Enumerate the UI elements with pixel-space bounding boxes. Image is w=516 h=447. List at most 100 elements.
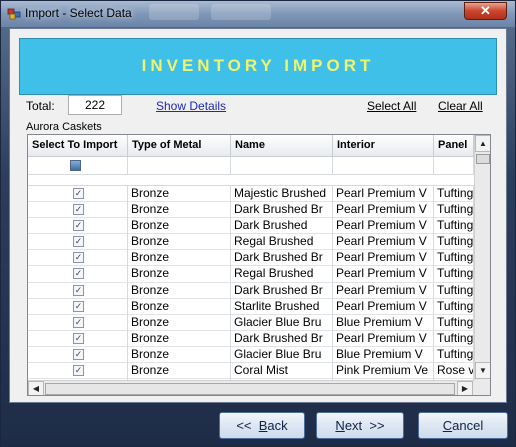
table-row[interactable]: ✓ Bronze Majestic Brushed Pearl Premium V Tu… <box>28 186 474 203</box>
cell-panel[interactable]: Tufting <box>434 346 474 363</box>
cell-metal[interactable]: Bronze <box>128 266 231 283</box>
cell-name[interactable]: Dark Brushed Br <box>231 250 333 267</box>
cell-panel[interactable]: Tufting <box>434 314 474 331</box>
cell-name[interactable]: Regal Brushed <box>231 266 333 283</box>
cell-select[interactable]: ✓ <box>28 218 128 235</box>
cell-name[interactable]: Coral Mist <box>231 363 333 380</box>
select-checkbox[interactable]: ✓ <box>73 316 84 328</box>
clear-all-link[interactable]: Clear All <box>438 99 483 113</box>
select-checkbox[interactable]: ✓ <box>73 220 84 232</box>
select-checkbox[interactable]: ✓ <box>73 252 84 264</box>
cell-metal[interactable]: Bronze <box>128 314 231 331</box>
cell-metal[interactable]: Bronze <box>128 250 231 267</box>
cell-metal[interactable]: Bronze <box>128 234 231 251</box>
cell-panel[interactable]: Tufting <box>434 266 474 283</box>
cell-select[interactable]: ✓ <box>28 266 128 283</box>
cell-interior[interactable]: Pearl Premium V <box>333 330 434 347</box>
cell-panel[interactable]: Rose v <box>434 363 474 380</box>
scroll-down-icon[interactable]: ▼ <box>475 362 490 379</box>
horizontal-scrollbar[interactable]: ◀ ▶ <box>28 380 474 395</box>
select-checkbox[interactable]: ✓ <box>73 188 84 199</box>
cell-metal[interactable]: Bronze <box>128 218 231 235</box>
cell-panel[interactable]: Tufting <box>434 330 474 347</box>
filter-cell-interior[interactable] <box>333 157 434 174</box>
cell-panel[interactable]: Tufting <box>434 250 474 267</box>
select-checkbox[interactable]: ✓ <box>73 204 84 216</box>
cell-select[interactable]: ✓ <box>28 282 128 299</box>
cell-select[interactable]: ✓ <box>28 346 128 363</box>
next-button[interactable]: Next >> <box>316 412 404 439</box>
cell-panel[interactable]: Tufting <box>434 218 474 235</box>
table-row[interactable]: ✓ Bronze Regal Brushed Pearl Premium V Tufti… <box>28 234 474 251</box>
title-bar[interactable]: Import - Select Data ✕ <box>1 1 515 27</box>
cell-name[interactable]: Majestic Brushed <box>231 186 333 202</box>
cell-interior[interactable]: Pearl Premium V <box>333 218 434 235</box>
select-checkbox[interactable]: ✓ <box>73 300 84 312</box>
column-header-metal[interactable]: Type of Metal <box>128 135 231 157</box>
cell-select[interactable]: ✓ <box>28 314 128 331</box>
cell-panel[interactable]: Tufting <box>434 186 474 202</box>
table-row[interactable]: ✓ Bronze Regal Brushed Pearl Premium V Tufti… <box>28 266 474 283</box>
cell-panel[interactable]: Tufting <box>434 234 474 251</box>
cell-name[interactable]: Glacier Blue Bru <box>231 314 333 331</box>
column-header-panel[interactable]: Panel <box>434 135 474 157</box>
cell-metal[interactable]: Bronze <box>128 346 231 363</box>
cell-metal[interactable]: Bronze <box>128 202 231 219</box>
filter-cell-name[interactable] <box>231 157 333 174</box>
cell-interior[interactable]: Pearl Premium V <box>333 282 434 299</box>
table-row[interactable]: ✓ Bronze Dark Brushed Br Pearl Premium V Tuf… <box>28 282 474 299</box>
select-checkbox[interactable]: ✓ <box>73 268 84 280</box>
cell-panel[interactable]: Tufting <box>434 282 474 299</box>
cell-interior[interactable]: Pearl Premium V <box>333 202 434 219</box>
scroll-right-icon[interactable]: ▶ <box>457 381 473 395</box>
select-checkbox[interactable]: ✓ <box>73 284 84 296</box>
table-row[interactable]: ✓ Bronze Coral Mist Pink Premium Ve Rose v <box>28 363 474 380</box>
scroll-up-icon[interactable]: ▲ <box>475 135 490 152</box>
cell-panel[interactable]: Tufting <box>434 202 474 219</box>
cell-select[interactable]: ✓ <box>28 186 128 202</box>
cell-metal[interactable]: Bronze <box>128 282 231 299</box>
cell-name[interactable]: Glacier Blue Bru <box>231 346 333 363</box>
select-all-link[interactable]: Select All <box>367 99 416 113</box>
select-checkbox[interactable]: ✓ <box>73 365 84 377</box>
cell-metal[interactable]: Bronze <box>128 186 231 202</box>
cell-interior[interactable]: Blue Premium V <box>333 314 434 331</box>
cell-name[interactable]: Starlite Brushed <box>231 298 333 315</box>
select-checkbox[interactable]: ✓ <box>73 332 84 344</box>
cell-metal[interactable]: Bronze <box>128 330 231 347</box>
filter-cell-metal[interactable] <box>128 157 231 174</box>
cell-name[interactable]: Dark Brushed Br <box>231 282 333 299</box>
cell-metal[interactable]: Bronze <box>128 363 231 380</box>
scroll-left-icon[interactable]: ◀ <box>28 381 44 395</box>
cell-name[interactable]: Regal Brushed <box>231 234 333 251</box>
cell-interior[interactable]: Pearl Premium V <box>333 250 434 267</box>
vertical-scroll-thumb[interactable] <box>476 154 490 164</box>
filter-cell-panel[interactable] <box>434 157 474 174</box>
cell-name[interactable]: Dark Brushed Br <box>231 330 333 347</box>
back-button[interactable]: << Back <box>219 412 305 439</box>
cell-panel[interactable]: Tufting <box>434 298 474 315</box>
select-checkbox[interactable]: ✓ <box>73 348 84 360</box>
table-row[interactable]: ✓ Bronze Dark Brushed Br Pearl Premium V Tuf… <box>28 250 474 267</box>
close-button[interactable]: ✕ <box>464 2 507 20</box>
table-row[interactable]: ✓ Bronze Glacier Blue Bru Blue Premium V Tuf… <box>28 346 474 364</box>
show-details-link[interactable]: Show Details <box>156 99 226 113</box>
column-header-interior[interactable]: Interior <box>333 135 434 157</box>
cell-select[interactable]: ✓ <box>28 202 128 219</box>
cell-select[interactable]: ✓ <box>28 234 128 251</box>
cell-interior[interactable]: Pearl Premium V <box>333 234 434 251</box>
column-header-select[interactable]: Select To Import <box>28 135 128 157</box>
cell-interior[interactable]: Pink Premium Ve <box>333 363 434 380</box>
table-row[interactable]: ✓ Bronze Dark Brushed Pearl Premium V Tuftin… <box>28 218 474 235</box>
table-row[interactable]: ✓ Bronze Dark Brushed Br Pearl Premium V Tuf… <box>28 330 474 347</box>
cell-select[interactable]: ✓ <box>28 250 128 267</box>
cell-interior[interactable]: Pearl Premium V <box>333 298 434 315</box>
cancel-button[interactable]: Cancel <box>418 412 508 439</box>
cell-interior[interactable]: Pearl Premium V <box>333 266 434 283</box>
cell-metal[interactable]: Bronze <box>128 298 231 315</box>
table-row[interactable]: ✓ Bronze Starlite Brushed Pearl Premium V Tu… <box>28 298 474 315</box>
cell-name[interactable]: Dark Brushed <box>231 218 333 235</box>
table-row[interactable]: ✓ Bronze Glacier Blue Bru Blue Premium V Tuf… <box>28 314 474 331</box>
cell-select[interactable]: ✓ <box>28 298 128 315</box>
cell-name[interactable]: Dark Brushed Br <box>231 202 333 219</box>
